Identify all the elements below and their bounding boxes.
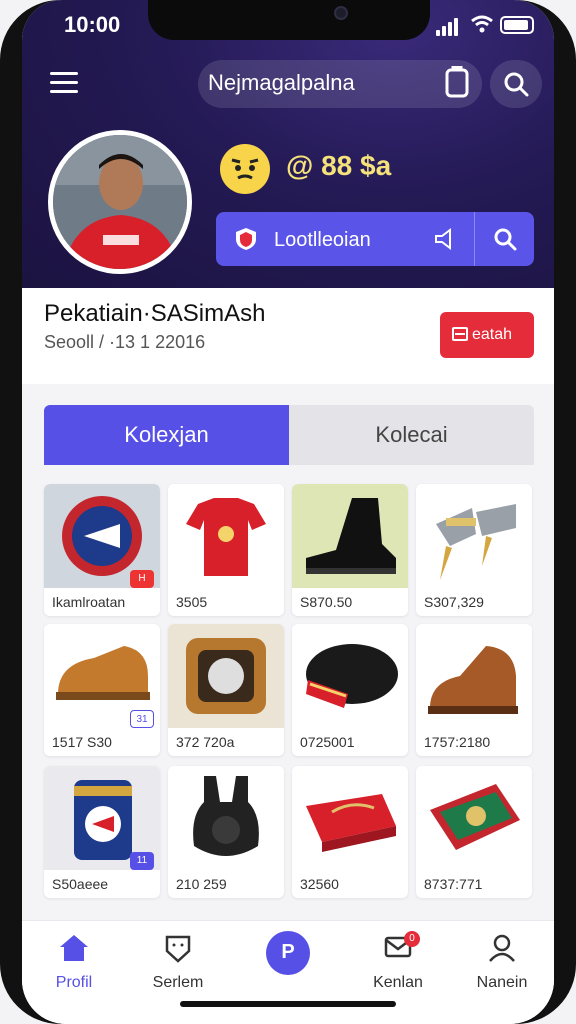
- item-label: S50aeee: [52, 876, 109, 892]
- item-thumbnail: [292, 624, 408, 728]
- bottom-nav: Profil Serlem P 0 Kenlan Nanein: [22, 920, 554, 1024]
- grid-item[interactable]: 0725001: [292, 624, 408, 756]
- battery-icon: [500, 16, 534, 34]
- grid-item[interactable]: 11 S50aeee: [44, 766, 160, 898]
- item-label: 1757:2180: [424, 734, 491, 750]
- item-label: 0725001: [300, 734, 355, 750]
- avatar-image: [53, 135, 187, 269]
- action-button[interactable]: eatah: [440, 312, 534, 358]
- profile-subtext: Seooll / ·13 1 22016: [44, 332, 206, 352]
- nav-label: Kenlan: [373, 974, 423, 991]
- item-badge: 11: [130, 852, 154, 870]
- nav-nanein[interactable]: Nanein: [454, 933, 550, 992]
- home-indicator[interactable]: [180, 1001, 396, 1007]
- profile-stats: @ 88 $a: [286, 150, 392, 181]
- profile-info: Pekatiain·SASimAsh Seooll / ·13 1 22016 …: [22, 288, 554, 384]
- profile-name: Pekatiain·SASimAsh: [44, 300, 266, 327]
- nav-serlem[interactable]: Serlem: [130, 933, 226, 992]
- home-icon: [60, 935, 88, 961]
- item-badge: 31: [130, 710, 154, 728]
- nav-label: Nanein: [476, 974, 528, 991]
- item-label: 32560: [300, 876, 339, 892]
- tab-collection-alt[interactable]: Kolecai: [289, 405, 534, 465]
- status-time: 10:00: [64, 12, 121, 37]
- item-thumbnail: [292, 766, 408, 870]
- avatar[interactable]: [48, 130, 192, 274]
- signal-icon: [436, 18, 460, 36]
- grid-item[interactable]: H Ikamlroatan: [44, 484, 160, 616]
- profile-search-button[interactable]: [474, 212, 534, 266]
- nav-center-button[interactable]: P: [266, 931, 310, 975]
- camera-icon: [334, 6, 348, 20]
- shield-icon: [236, 228, 256, 250]
- item-label: 8737:771: [424, 876, 483, 892]
- item-badge: H: [130, 570, 154, 588]
- search-button[interactable]: [490, 60, 542, 108]
- item-thumbnail: [416, 624, 532, 728]
- emoji-badge-icon: [220, 144, 270, 194]
- notification-badge: 0: [404, 931, 420, 947]
- item-thumbnail: [168, 766, 284, 870]
- item-thumbnail: [416, 484, 532, 588]
- item-label: S307,329: [424, 594, 484, 610]
- wifi-icon: [471, 15, 493, 33]
- item-thumbnail: [416, 766, 532, 870]
- document-icon[interactable]: [444, 66, 470, 98]
- screen: 10:00 Nejmagalpalna @ 88 $a Lootlleoian …: [22, 0, 554, 1024]
- notch: [148, 0, 430, 40]
- grid-item[interactable]: 32560: [292, 766, 408, 898]
- item-label: 210 259: [176, 876, 227, 892]
- nav-label: Serlem: [152, 974, 204, 991]
- item-label: 1517 S30: [52, 734, 112, 750]
- action-label: eatah: [472, 326, 513, 343]
- tab-collection[interactable]: Kolexjan: [44, 405, 289, 465]
- follow-label: Lootlleoian: [274, 229, 371, 251]
- item-label: Ikamlroatan: [52, 594, 126, 610]
- header-title: Nejmagalpalna: [208, 70, 355, 95]
- grid-item[interactable]: 1757:2180: [416, 624, 532, 756]
- grid-item[interactable]: 210 259: [168, 766, 284, 898]
- grid-item[interactable]: 3505: [168, 484, 284, 616]
- item-label: 372 720a: [176, 734, 235, 750]
- search-icon: [494, 228, 517, 251]
- item-grid: H Ikamlroatan 3505 S870.50 S307,329 31 1…: [44, 484, 554, 924]
- grid-item[interactable]: 31 1517 S30: [44, 624, 160, 756]
- follow-button[interactable]: Lootlleoian: [216, 212, 476, 266]
- search-icon: [504, 72, 529, 97]
- phone-frame: 10:00 Nejmagalpalna @ 88 $a Lootlleoian …: [0, 0, 576, 1024]
- shield-outline-icon: [165, 935, 191, 963]
- item-label: 3505: [176, 594, 208, 610]
- item-label: S870.50: [300, 594, 353, 610]
- share-icon: [435, 228, 451, 250]
- nav-kenlan[interactable]: 0 Kenlan: [350, 931, 446, 992]
- tab-bar: Kolexjan Kolecai: [44, 405, 534, 465]
- grid-item[interactable]: S307,329: [416, 484, 532, 616]
- menu-icon[interactable]: [50, 72, 78, 94]
- item-thumbnail: [168, 484, 284, 588]
- status-bar: 10:00: [22, 0, 554, 52]
- item-thumbnail: [168, 624, 284, 728]
- grid-item[interactable]: 8737:771: [416, 766, 532, 898]
- item-thumbnail: [292, 484, 408, 588]
- title-pill[interactable]: Nejmagalpalna: [198, 60, 482, 108]
- nav-label: Profil: [55, 974, 93, 991]
- profile-header: 10:00 Nejmagalpalna @ 88 $a Lootlleoian: [22, 0, 554, 288]
- user-icon: [489, 934, 515, 962]
- grid-item[interactable]: 372 720a: [168, 624, 284, 756]
- grid-item[interactable]: S870.50: [292, 484, 408, 616]
- nav-center-label: P: [281, 941, 295, 963]
- nav-profile[interactable]: Profil: [26, 933, 122, 992]
- card-icon: [452, 327, 468, 341]
